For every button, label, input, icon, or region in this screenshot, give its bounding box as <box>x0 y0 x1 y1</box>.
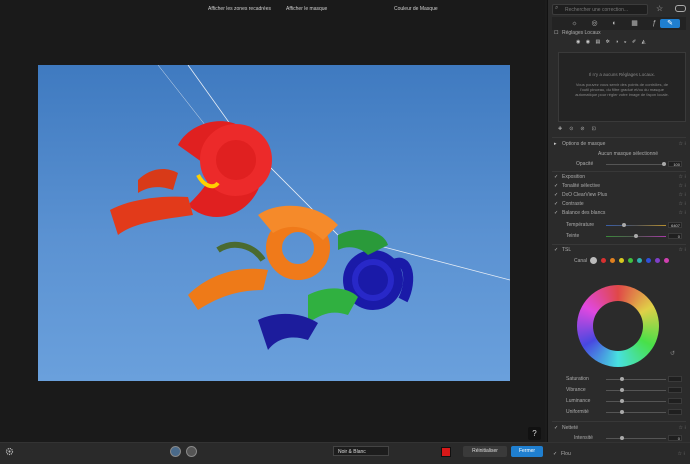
help-button[interactable]: ? <box>528 427 541 440</box>
divider <box>552 171 686 172</box>
settings-gear-icon[interactable] <box>5 447 14 456</box>
luminance-knob[interactable] <box>620 399 624 403</box>
local-empty-title: Il n'y a aucuns Réglages Locaux. <box>589 72 655 77</box>
flou-header[interactable]: ✓ Flou ☆ ⁝ <box>553 450 685 458</box>
corrections-panel: Rechercher une correction... ⌕ ☆ ☼ ◎ ◐ ▦… <box>547 0 690 442</box>
local-actions-row[interactable]: ✚⊙⊘⊡ <box>558 125 690 133</box>
divider <box>552 421 686 422</box>
image-viewer: ? <box>0 0 545 442</box>
correction-label: Contraste <box>562 201 584 207</box>
temperature-value[interactable]: 6407 <box>668 222 682 228</box>
correction-label: Exposition <box>562 174 586 180</box>
local-settings-empty-box: Il n'y a aucuns Réglages Locaux. Vous po… <box>558 52 686 122</box>
view-mode-icon[interactable] <box>170 446 181 457</box>
opacity-knob[interactable] <box>662 162 666 166</box>
red-lobster-kite <box>110 121 272 235</box>
local-settings-header[interactable]: ☐ Réglages Locaux <box>554 29 686 37</box>
mask-color-swatch[interactable] <box>441 447 451 457</box>
opacity-label: Opacité <box>576 161 594 167</box>
saturation-value[interactable] <box>668 376 682 382</box>
temperature-slider[interactable] <box>606 225 666 226</box>
saturation-slider[interactable] <box>606 379 666 380</box>
mask-options-title: Options de masque <box>562 141 606 147</box>
divider <box>552 137 686 138</box>
show-mask-toggle[interactable]: Afficher le masque <box>286 6 327 12</box>
correction-clearview[interactable]: ✓ DxO ClearView Plus ☆ ⁝ <box>554 191 686 199</box>
correction-white-balance[interactable]: ✓ Balance des blancs ☆ ⁝ <box>554 209 686 217</box>
search-input[interactable]: Rechercher une correction... <box>552 4 648 15</box>
circles-icon[interactable]: ◎ <box>590 19 599 28</box>
vibrance-value[interactable] <box>668 387 682 393</box>
intensity-slider[interactable] <box>606 438 666 439</box>
tint-label: Teinte <box>566 233 580 239</box>
tint-knob[interactable] <box>634 234 638 238</box>
uniformity-value[interactable] <box>668 409 682 415</box>
temperature-knob[interactable] <box>622 223 626 227</box>
mask-options-header[interactable]: ▸ Options de masque ☆ ⁝ <box>554 140 686 148</box>
correction-label: DxO ClearView Plus <box>562 192 608 198</box>
intensity-knob[interactable] <box>620 436 624 440</box>
flou-title: Flou <box>561 451 571 457</box>
opacity-value[interactable]: 100 <box>668 161 682 167</box>
channel-purple[interactable] <box>655 258 660 263</box>
correction-selective-tone[interactable]: ✓ Tonalité sélective ☆ ⁝ <box>554 182 686 190</box>
channel-magenta[interactable] <box>664 258 669 263</box>
mask-mode-select[interactable]: Noir & Blanc <box>333 446 389 456</box>
correction-exposure[interactable]: ✓ Exposition ☆ ⁝ <box>554 173 686 181</box>
uniformity-label: Uniformité <box>566 409 589 415</box>
fx-icon[interactable]: ƒ <box>650 19 659 28</box>
toggle-icon[interactable] <box>675 5 686 12</box>
no-mask-label: Aucun masque sélectionné <box>598 151 659 157</box>
opacity-slider[interactable] <box>606 164 666 165</box>
channel-yellow[interactable] <box>619 258 624 263</box>
sharpness-header[interactable]: ✓ Netteté ☆ ⁝ <box>554 424 686 432</box>
channel-cyan[interactable] <box>637 258 642 263</box>
correction-label: Balance des blancs <box>562 210 606 216</box>
local-tools-row[interactable]: ◉ ◉ ▤ ✲ ◑ ◒ ✐ ◭ <box>576 38 676 46</box>
hue-wheel[interactable] <box>577 285 659 367</box>
sharpness-title: Netteté <box>562 425 579 431</box>
intensity-label: Intensité <box>574 435 593 441</box>
close-button[interactable]: Fermer <box>511 446 543 457</box>
mask-color-label: Couleur de Masque <box>394 6 438 12</box>
channel-green[interactable] <box>628 258 633 263</box>
mask-preview-icon[interactable] <box>186 446 197 457</box>
kite-photo <box>110 65 510 350</box>
eyedropper-icon[interactable]: ✎ <box>660 19 680 28</box>
star-icon[interactable]: ☆ <box>656 4 663 13</box>
reset-wheel-icon[interactable]: ↺ <box>670 350 675 357</box>
intensity-value[interactable]: 0 <box>668 435 682 441</box>
temperature-label: Température <box>566 222 595 228</box>
saturation-label: Saturation <box>566 376 589 382</box>
luminance-slider[interactable] <box>606 401 666 402</box>
palette-icon[interactable]: ◐ <box>610 19 619 28</box>
uniformity-slider[interactable] <box>606 412 666 413</box>
search-icon: ⌕ <box>555 5 559 11</box>
sun-icon[interactable]: ☼ <box>570 19 579 28</box>
vibrance-knob[interactable] <box>620 388 624 392</box>
local-empty-text: Vous pouvez vous servir des points de co… <box>575 82 669 97</box>
correction-label: Tonalité sélective <box>562 183 601 189</box>
channel-red[interactable] <box>601 258 606 263</box>
divider <box>552 244 686 245</box>
channel-all[interactable] <box>590 257 597 264</box>
vibrance-slider[interactable] <box>606 390 666 391</box>
channel-orange[interactable] <box>610 258 615 263</box>
luminance-label: Luminance <box>566 398 591 404</box>
show-crop-zones-toggle[interactable]: Afficher les zones recadrées <box>208 6 271 12</box>
tsl-header[interactable]: ✓ TSL ☆ ⁝ <box>554 246 686 254</box>
uniformity-knob[interactable] <box>620 410 624 414</box>
channel-blue[interactable] <box>646 258 651 263</box>
luminance-value[interactable] <box>668 398 682 404</box>
tsl-title: TSL <box>562 247 572 253</box>
layers-icon[interactable]: ▦ <box>630 19 639 28</box>
saturation-knob[interactable] <box>620 377 624 381</box>
correction-contrast[interactable]: ✓ Contraste ☆ ⁝ <box>554 200 686 208</box>
tint-value[interactable]: 0 <box>668 233 682 239</box>
photo-preview[interactable] <box>38 65 510 381</box>
local-settings-title: Réglages Locaux <box>562 30 601 36</box>
reset-button[interactable]: Réinitialiser <box>463 446 507 457</box>
vibrance-label: Vibrance <box>566 387 586 393</box>
